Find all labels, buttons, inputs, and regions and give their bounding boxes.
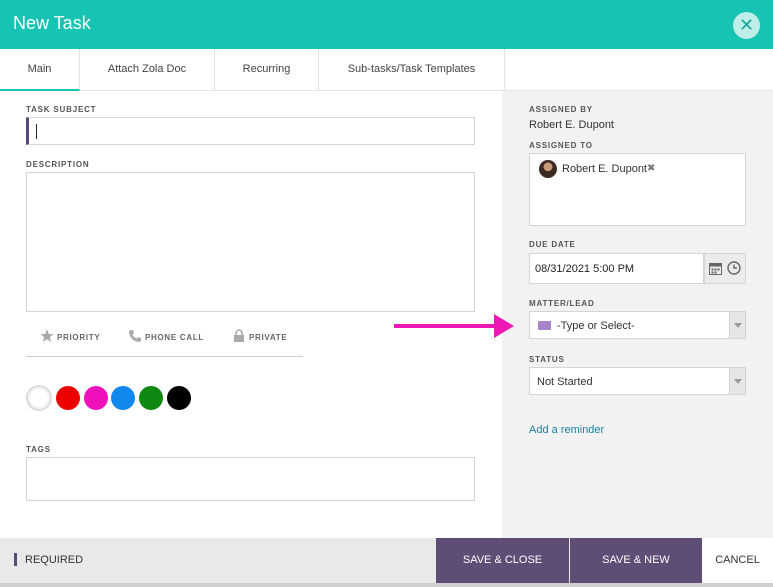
chevron-down-icon bbox=[734, 379, 742, 384]
tab-recurring[interactable]: Recurring bbox=[215, 49, 319, 90]
due-date-value: 08/31/2021 5:00 PM bbox=[535, 263, 635, 275]
color-swatch-white[interactable] bbox=[26, 385, 52, 411]
assigned-by-label: ASSIGNED BY bbox=[529, 105, 593, 114]
task-subject-input[interactable] bbox=[26, 117, 475, 145]
due-date-pickers bbox=[704, 253, 746, 284]
tab-main[interactable]: Main bbox=[0, 49, 80, 91]
private-toggle[interactable]: PRIVATE bbox=[232, 328, 302, 346]
status-select[interactable]: Not Started bbox=[529, 367, 746, 395]
cancel-button[interactable]: CANCEL bbox=[702, 538, 773, 587]
required-label: REQUIRED bbox=[25, 554, 84, 566]
dialog-title: New Task bbox=[13, 13, 91, 33]
annotation-arrow-shaft bbox=[394, 324, 498, 328]
matter-lead-select[interactable]: -Type or Select- bbox=[529, 311, 746, 339]
due-date-input[interactable]: 08/31/2021 5:00 PM bbox=[529, 253, 704, 284]
color-swatch-pink[interactable] bbox=[84, 386, 108, 410]
description-textarea[interactable] bbox=[26, 172, 475, 312]
calendar-icon[interactable] bbox=[709, 262, 722, 275]
priority-toggle[interactable]: PRIORITY bbox=[40, 328, 115, 346]
options-divider bbox=[26, 356, 303, 357]
status-dropdown-toggle[interactable] bbox=[729, 368, 745, 394]
description-label: DESCRIPTION bbox=[26, 160, 90, 169]
phone-call-label: PHONE CALL bbox=[145, 333, 204, 342]
matter-lead-label: MATTER/LEAD bbox=[529, 299, 595, 308]
status-label: STATUS bbox=[529, 355, 565, 364]
due-date-label: DUE DATE bbox=[529, 240, 576, 249]
save-new-button[interactable]: SAVE & NEW bbox=[570, 538, 702, 587]
bottom-edge bbox=[0, 583, 773, 587]
tags-input[interactable] bbox=[26, 457, 475, 501]
required-indicator bbox=[14, 553, 17, 566]
tab-attach-zola-doc[interactable]: Attach Zola Doc bbox=[80, 49, 215, 90]
priority-label: PRIORITY bbox=[57, 333, 101, 342]
tags-label: TAGS bbox=[26, 445, 51, 454]
phone-call-toggle[interactable]: PHONE CALL bbox=[128, 328, 218, 346]
private-label: PRIVATE bbox=[249, 333, 288, 342]
add-reminder-link[interactable]: Add a reminder bbox=[529, 424, 604, 436]
star-icon bbox=[40, 329, 54, 342]
briefcase-icon bbox=[538, 321, 551, 330]
assigned-by-value: Robert E. Dupont bbox=[529, 119, 614, 131]
color-swatch-black[interactable] bbox=[167, 386, 191, 410]
assigned-to-label: ASSIGNED TO bbox=[529, 141, 593, 150]
chevron-down-icon bbox=[734, 323, 742, 328]
avatar bbox=[539, 160, 557, 178]
tab-bar: Main Attach Zola Doc Recurring Sub-tasks… bbox=[0, 49, 773, 91]
color-swatch-green[interactable] bbox=[139, 386, 163, 410]
clock-icon[interactable] bbox=[727, 261, 741, 275]
status-value: Not Started bbox=[537, 376, 593, 388]
task-subject-label: TASK SUBJECT bbox=[26, 105, 97, 114]
assigned-to-field[interactable]: Robert E. Dupont ✖ bbox=[529, 153, 746, 226]
save-close-button[interactable]: SAVE & CLOSE bbox=[436, 538, 569, 587]
color-swatch-red[interactable] bbox=[56, 386, 80, 410]
text-cursor bbox=[36, 124, 37, 139]
remove-assignee-icon[interactable]: ✖ bbox=[647, 163, 655, 174]
lock-icon bbox=[234, 329, 244, 342]
assignee-name: Robert E. Dupont bbox=[562, 163, 647, 175]
tab-subtasks-templates[interactable]: Sub-tasks/Task Templates bbox=[319, 49, 505, 90]
dialog-header: New Task ✕ bbox=[0, 0, 773, 49]
annotation-arrow-head bbox=[494, 314, 514, 338]
color-swatch-blue[interactable] bbox=[111, 386, 135, 410]
matter-dropdown-toggle[interactable] bbox=[729, 312, 745, 338]
matter-lead-placeholder: -Type or Select- bbox=[557, 320, 635, 332]
close-icon[interactable]: ✕ bbox=[733, 12, 760, 39]
phone-icon bbox=[129, 330, 141, 342]
